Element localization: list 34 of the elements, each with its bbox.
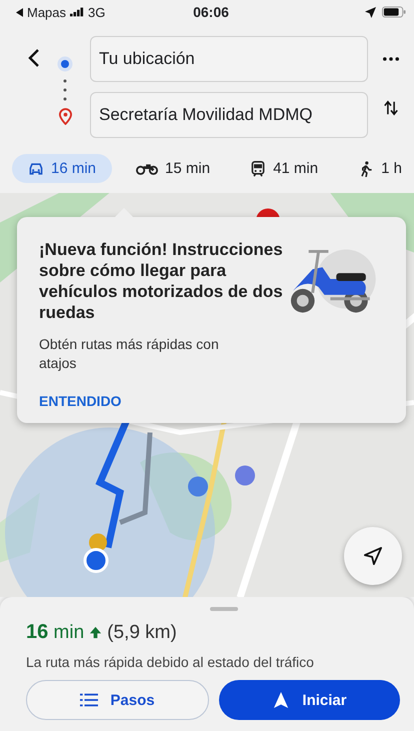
destination-pin-icon — [58, 108, 72, 124]
trip-distance: (5,9 km) — [107, 622, 177, 644]
back-icon[interactable] — [16, 8, 23, 16]
destination-field[interactable]: Secretaría Movilidad MDMQ — [90, 92, 368, 138]
got-it-button[interactable]: ENTENDIDO — [39, 393, 122, 409]
motorcycle-mode-tab[interactable]: 15 min — [120, 154, 226, 183]
origin-dot-icon — [57, 56, 73, 72]
route-note: La ruta más rápida debido al estado del tráfico — [26, 654, 315, 670]
swap-icon[interactable] — [384, 99, 398, 117]
navigation-arrow-icon — [364, 547, 382, 565]
car-mode-tab[interactable]: 16 min — [12, 154, 112, 183]
battery-icon — [382, 6, 406, 18]
location-arrow-icon — [365, 6, 376, 18]
promo-body: Obtén rutas más rápidas con atajos — [39, 335, 220, 373]
up-arrow-icon — [89, 626, 102, 639]
start-button[interactable]: Iniciar — [219, 680, 400, 720]
route-dots-icon — [63, 78, 67, 102]
transit-mode-tab[interactable]: 41 min — [234, 154, 334, 183]
origin-field[interactable]: Tu ubicación — [90, 36, 368, 82]
list-icon — [80, 692, 98, 708]
drag-handle[interactable] — [210, 607, 238, 611]
clock: 06:06 — [193, 4, 229, 20]
car-icon — [28, 160, 44, 176]
walk-mode-tab[interactable]: 1 h — [342, 154, 414, 183]
trip-duration: 16 min — [26, 621, 84, 644]
network-label: 3G — [88, 4, 106, 20]
more-icon[interactable] — [383, 57, 399, 61]
motorcycle-icon — [136, 162, 158, 175]
back-app-label[interactable]: Mapas — [27, 4, 66, 20]
steps-button[interactable]: Pasos — [26, 680, 209, 720]
train-icon — [250, 160, 266, 176]
signal-icon — [70, 7, 84, 17]
navigation-arrow-icon — [272, 692, 290, 708]
promo-title: ¡Nueva función! Instrucciones sobre cómo llegar para vehículos motorizados de dos ruedas — [39, 239, 284, 323]
